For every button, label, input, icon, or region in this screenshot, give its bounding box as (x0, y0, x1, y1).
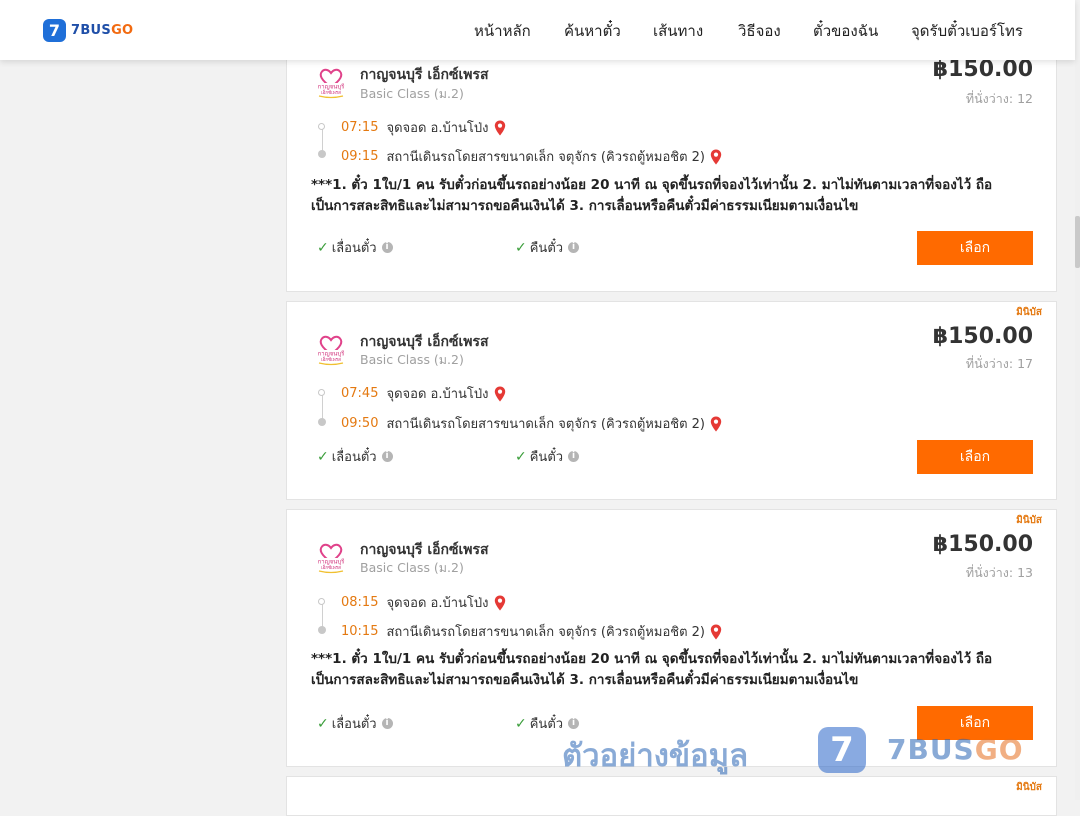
depart-place: จุดจอด อ.บ้านโป่ง (386, 121, 489, 136)
select-trip-button[interactable]: เลือก (917, 440, 1033, 474)
map-pin-icon[interactable] (710, 149, 722, 165)
check-icon: ✓ (317, 239, 329, 256)
seats-available: ที่นั่งว่าง: 12 (965, 91, 1033, 106)
depart-dot (318, 389, 325, 396)
nav-ticket-pickup[interactable]: จุดรับตั๋วเบอร์โทร (911, 19, 1023, 43)
map-pin-icon[interactable] (710, 624, 722, 640)
note-line-2: เป็นการสละสิทธิและไม่สามารถขอคืนเงินได้ … (311, 672, 859, 688)
nav-how-to-book[interactable]: วิธีจอง (738, 19, 781, 43)
depart-time: 07:15 (341, 120, 379, 135)
depart-dot (318, 123, 325, 130)
info-icon[interactable]: i (568, 451, 580, 462)
trip-card-3: มินิบัส กาญจนบุรี เอ็กซ์เพรส Basic Class… (286, 509, 1057, 767)
depart-place: จุดจอด อ.บ้านโป่ง (386, 596, 489, 611)
arrive-place: สถานีเดินรถโดยสารขนาดเล็ก จตุจักร (คิวรถ… (386, 417, 705, 432)
operator-logo (313, 63, 349, 99)
bus-class: Basic Class (ม.2) (360, 560, 464, 575)
watermark-logo-part1: 7BUS (887, 733, 975, 766)
note-line-2: เป็นการสละสิทธิและไม่สามารถขอคืนเงินได้ … (311, 198, 859, 214)
arrive-dot (318, 150, 326, 158)
main-nav: หน้าหลัก ค้นหาตั๋ว เส้นทาง วิธีจอง ตั๋วข… (0, 0, 1075, 60)
arrive-place: สถานีเดินรถโดยสารขนาดเล็ก จตุจักร (คิวรถ… (386, 625, 705, 640)
depart-stop: 07:45 จุดจอด อ.บ้านโป่ง (341, 383, 506, 404)
map-pin-icon[interactable] (494, 386, 506, 402)
arrive-stop: 10:15 สถานีเดินรถโดยสารขนาดเล็ก จตุจักร … (341, 621, 722, 642)
bus-class: Basic Class (ม.2) (360, 352, 464, 367)
map-pin-icon[interactable] (710, 416, 722, 432)
ticket-price: ฿150.00 (932, 532, 1033, 557)
change-ticket-policy: ✓ เลื่อนตั๋ว i (317, 446, 393, 467)
info-icon[interactable]: i (381, 718, 393, 729)
refund-ticket-label: คืนตั๋ว (529, 241, 564, 256)
bus-type-tag: มินิบัส (1016, 782, 1042, 793)
depart-time: 08:15 (341, 595, 379, 610)
map-pin-icon[interactable] (494, 595, 506, 611)
operator-logo (313, 330, 349, 366)
bus-type-tag: มินิบัส (1016, 515, 1042, 526)
operator-logo (313, 538, 349, 574)
arrive-stop: 09:15 สถานีเดินรถโดยสารขนาดเล็ก จตุจักร … (341, 146, 722, 167)
check-icon: ✓ (515, 448, 527, 465)
change-ticket-label: เลื่อนตั๋ว (331, 450, 377, 465)
change-ticket-policy: ✓ เลื่อนตั๋ว i (317, 237, 393, 258)
operator-name: กาญจนบุรี เอ็กซ์เพรส (360, 67, 489, 83)
seats-available: ที่นั่งว่าง: 17 (965, 356, 1033, 371)
note-line-1: ***1. ตั๋ว 1ใบ/1 คน รับตั๋วก่อนขึ้นรถอย่… (311, 651, 993, 667)
refund-ticket-policy: ✓ คืนตั๋ว i (515, 446, 580, 467)
sample-data-watermark: ตัวอย่างข้อมูล (562, 738, 749, 774)
select-trip-button[interactable]: เลือก (917, 231, 1033, 265)
check-icon: ✓ (317, 715, 329, 732)
watermark-logo-badge: 7 (818, 727, 866, 773)
ticket-price: ฿150.00 (932, 324, 1033, 349)
ticket-conditions-note: ***1. ตั๋ว 1ใบ/1 คน รับตั๋วก่อนขึ้นรถอย่… (311, 175, 1011, 217)
check-icon: ✓ (515, 239, 527, 256)
info-icon[interactable]: i (568, 718, 580, 729)
nav-search-ticket[interactable]: ค้นหาตั๋ว (564, 19, 621, 43)
trip-card-4: มินิบัส (286, 776, 1057, 816)
page-scrollbar[interactable] (1075, 60, 1080, 800)
arrive-time: 09:50 (341, 416, 379, 431)
timeline-line (322, 393, 323, 419)
ticket-conditions-note: ***1. ตั๋ว 1ใบ/1 คน รับตั๋วก่อนขึ้นรถอย่… (311, 649, 1011, 691)
depart-stop: 07:15 จุดจอด อ.บ้านโป่ง (341, 117, 506, 138)
arrive-time: 09:15 (341, 149, 379, 164)
info-icon[interactable]: i (568, 242, 580, 253)
bus-type-tag: มินิบัส (1016, 307, 1042, 318)
refund-ticket-label: คืนตั๋ว (529, 450, 564, 465)
trip-card-1: กาญจนบุรี เอ็กซ์เพรส Basic Class (ม.2) ฿… (286, 40, 1057, 292)
watermark-logo-part2: GO (974, 733, 1024, 766)
depart-place: จุดจอด อ.บ้านโป่ง (386, 387, 489, 402)
bus-class: Basic Class (ม.2) (360, 86, 464, 101)
arrive-time: 10:15 (341, 624, 379, 639)
map-pin-icon[interactable] (494, 120, 506, 136)
change-ticket-label: เลื่อนตั๋ว (331, 717, 377, 732)
top-header: 7 7BUSGO หน้าหลัก ค้นหาตั๋ว เส้นทาง วิธี… (0, 0, 1075, 60)
depart-time: 07:45 (341, 386, 379, 401)
arrive-stop: 09:50 สถานีเดินรถโดยสารขนาดเล็ก จตุจักร … (341, 413, 722, 434)
nav-home[interactable]: หน้าหลัก (474, 19, 531, 43)
nav-routes[interactable]: เส้นทาง (653, 19, 703, 43)
scrollbar-thumb[interactable] (1075, 216, 1080, 268)
arrive-place: สถานีเดินรถโดยสารขนาดเล็ก จตุจักร (คิวรถ… (386, 150, 705, 165)
check-icon: ✓ (317, 448, 329, 465)
refund-ticket-policy: ✓ คืนตั๋ว i (515, 237, 580, 258)
note-line-1: ***1. ตั๋ว 1ใบ/1 คน รับตั๋วก่อนขึ้นรถอย่… (311, 177, 993, 193)
refund-ticket-label: คืนตั๋ว (529, 717, 564, 732)
info-icon[interactable]: i (381, 451, 393, 462)
trip-card-2: มินิบัส กาญจนบุรี เอ็กซ์เพรส Basic Class… (286, 301, 1057, 500)
nav-my-tickets[interactable]: ตั๋วของฉัน (813, 19, 878, 43)
timeline-line (322, 602, 323, 628)
depart-dot (318, 598, 325, 605)
seats-available: ที่นั่งว่าง: 13 (965, 565, 1033, 580)
check-icon: ✓ (515, 715, 527, 732)
ticket-price: ฿150.00 (932, 57, 1033, 82)
change-ticket-label: เลื่อนตั๋ว (331, 241, 377, 256)
change-ticket-policy: ✓ เลื่อนตั๋ว i (317, 713, 393, 734)
arrive-dot (318, 418, 326, 426)
watermark-logo-text: 7BUSGO (887, 733, 1024, 766)
depart-stop: 08:15 จุดจอด อ.บ้านโป่ง (341, 592, 506, 613)
arrive-dot (318, 626, 326, 634)
info-icon[interactable]: i (381, 242, 393, 253)
